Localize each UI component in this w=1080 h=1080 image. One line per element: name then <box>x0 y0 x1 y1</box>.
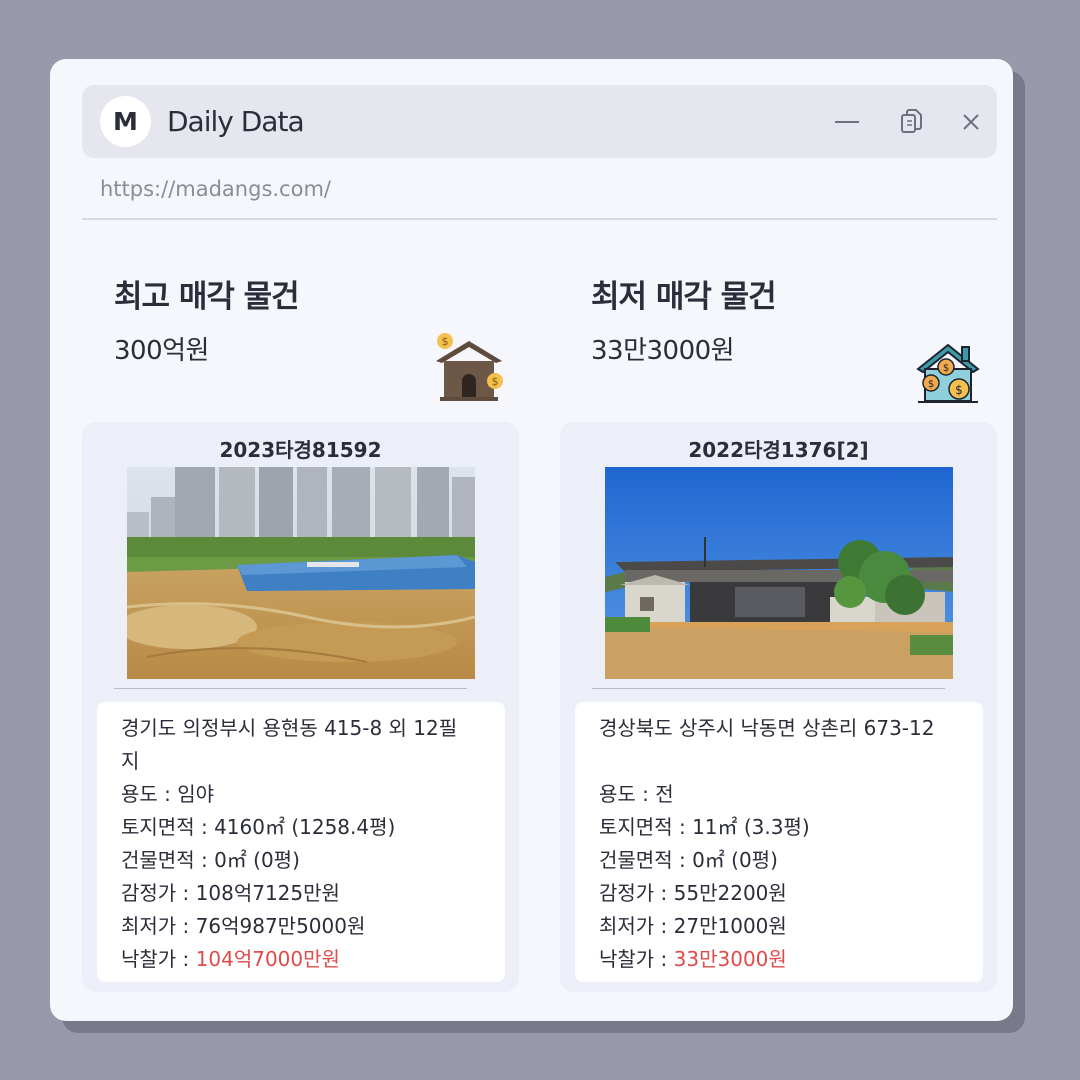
building-area-row: 건물면적 : 0㎡ (0평) <box>121 844 505 877</box>
app-logo: M <box>100 96 151 147</box>
minimum-price-row: 최저가 : 27만1000원 <box>599 910 983 943</box>
logo-letter: M <box>113 107 138 136</box>
house-coins-icon: $ $ $ <box>916 343 980 403</box>
land-area-value: 4160㎡ (1258.4평) <box>214 815 396 839</box>
lowest-summary: 최저 매각 물건 33만3000원 <box>591 271 777 367</box>
svg-text:$: $ <box>442 335 449 348</box>
close-icon[interactable] <box>956 107 986 137</box>
land-area-row: 토지면적 : 11㎡ (3.3평) <box>599 811 983 844</box>
highest-title: 최고 매각 물건 <box>114 279 300 315</box>
svg-text:$: $ <box>943 363 949 374</box>
minimum-price-value: 76억987만5000원 <box>195 914 366 938</box>
appraisal-label: 감정가 : <box>121 881 196 905</box>
minimum-price-label: 최저가 : <box>121 914 196 938</box>
usage-value: 전 <box>655 782 674 806</box>
property-photo <box>605 467 953 679</box>
svg-text:$: $ <box>492 375 499 388</box>
usage-row: 용도 : 전 <box>599 778 983 811</box>
highest-value: 300억원 <box>114 336 209 366</box>
highest-property-card[interactable]: 2023타경81592 경기도 의정부시 용현동 415-8 외 12필지 용도… <box>82 422 519 992</box>
winning-bid-row: 낙찰가 : 104억7000만원 <box>121 943 505 976</box>
winning-bid-value: 104억7000만원 <box>195 947 340 971</box>
svg-text:$: $ <box>955 383 963 397</box>
lowest-property-card[interactable]: 2022타경1376[2] 경상북도 상주시 낙동면 상촌리 673-12 용도… <box>560 422 997 992</box>
url-text[interactable]: https://madangs.com/ <box>100 177 331 201</box>
lowest-value: 33만3000원 <box>591 336 735 366</box>
header-divider <box>82 218 997 220</box>
minimum-price-label: 최저가 : <box>599 914 674 938</box>
appraisal-value: 108억7125만원 <box>195 881 340 905</box>
usage-value: 임야 <box>177 782 215 806</box>
usage-label: 용도 : <box>599 782 656 806</box>
usage-label: 용도 : <box>121 782 178 806</box>
land-area-label: 토지면적 : <box>599 815 693 839</box>
building-area-value: 0㎡ (0평) <box>692 848 778 872</box>
building-area-value: 0㎡ (0평) <box>214 848 300 872</box>
highest-summary: 최고 매각 물건 300억원 <box>114 271 300 367</box>
building-area-label: 건물면적 : <box>121 848 215 872</box>
winning-bid-row: 낙찰가 : 33만3000원 <box>599 943 983 976</box>
case-number: 2023타경81592 <box>219 438 382 462</box>
app-title: Daily Data <box>167 105 305 138</box>
appraisal-value: 55만2200원 <box>673 881 787 905</box>
appraisal-label: 감정가 : <box>599 881 674 905</box>
property-details: 경기도 의정부시 용현동 415-8 외 12필지 용도 : 임야 토지면적 :… <box>97 702 505 982</box>
land-area-label: 토지면적 : <box>121 815 215 839</box>
minimize-icon[interactable] <box>832 107 862 137</box>
card-divider <box>592 688 945 689</box>
case-number: 2022타경1376[2] <box>688 438 869 462</box>
land-area-value: 11㎡ (3.3평) <box>692 815 810 839</box>
minimum-price-value: 27만1000원 <box>673 914 787 938</box>
property-address: 경기도 의정부시 용현동 415-8 외 12필지 <box>121 716 458 773</box>
copy-icon[interactable] <box>896 107 926 137</box>
building-area-row: 건물면적 : 0㎡ (0평) <box>599 844 983 877</box>
appraisal-row: 감정가 : 108억7125만원 <box>121 877 505 910</box>
property-details: 경상북도 상주시 낙동면 상촌리 673-12 용도 : 전 토지면적 : 11… <box>575 702 983 982</box>
property-address: 경상북도 상주시 낙동면 상촌리 673-12 <box>599 716 935 740</box>
app-window: M Daily Data https://madangs.com/ 최고 매각 … <box>50 59 1013 1021</box>
winning-bid-label: 낙찰가 : <box>599 947 674 971</box>
appraisal-row: 감정가 : 55만2200원 <box>599 877 983 910</box>
svg-text:$: $ <box>928 379 934 390</box>
building-area-label: 건물면적 : <box>599 848 693 872</box>
title-bar: M Daily Data <box>82 85 997 158</box>
usage-row: 용도 : 임야 <box>121 778 505 811</box>
lowest-title: 최저 매각 물건 <box>591 279 777 315</box>
minimum-price-row: 최저가 : 76억987만5000원 <box>121 910 505 943</box>
house-money-icon: $ $ <box>436 333 503 401</box>
land-area-row: 토지면적 : 4160㎡ (1258.4평) <box>121 811 505 844</box>
card-divider <box>114 688 467 689</box>
property-photo <box>127 467 475 679</box>
winning-bid-label: 낙찰가 : <box>121 947 196 971</box>
winning-bid-value: 33만3000원 <box>673 947 787 971</box>
